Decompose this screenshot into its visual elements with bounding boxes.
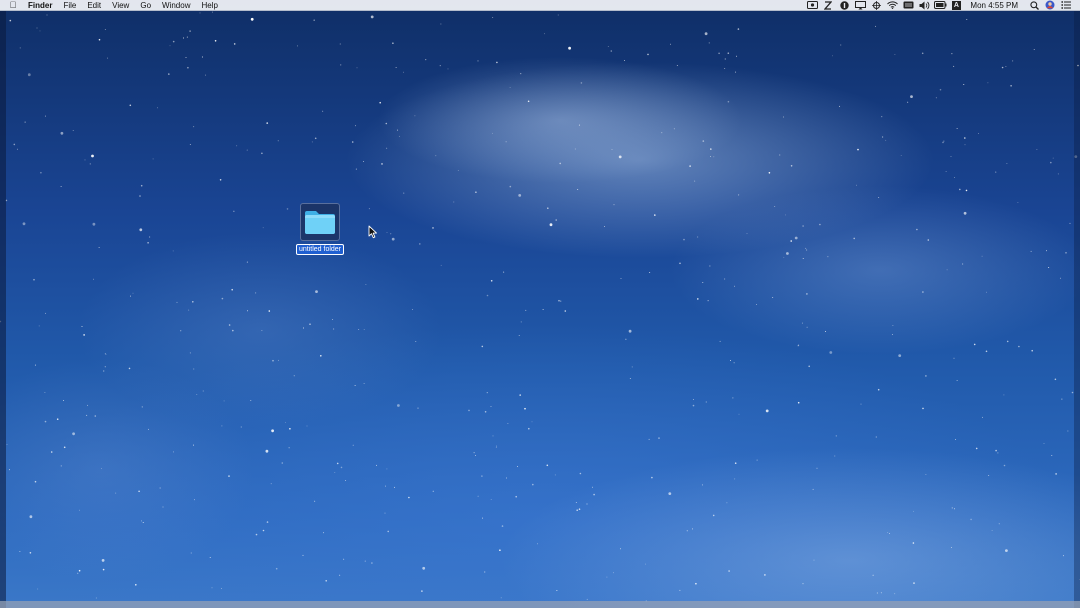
screen-record-icon[interactable] (804, 0, 820, 11)
menu-app-name[interactable]: Finder (26, 0, 58, 11)
user-avatar-icon[interactable] (1042, 0, 1058, 11)
notification-center-icon[interactable] (1058, 0, 1074, 11)
airplay-display-icon[interactable] (852, 0, 868, 11)
menu-bar-right: A Mon 4:55 PM (804, 0, 1080, 11)
dock-edge[interactable] (0, 601, 1080, 608)
apple-icon[interactable]:  (0, 0, 26, 11)
folder-icon (305, 211, 335, 234)
menu-window[interactable]: Window (157, 0, 196, 11)
wifi-icon[interactable] (884, 0, 900, 11)
starfield (0, 11, 1080, 602)
screen:  Finder File Edit View Go Window Help (0, 0, 1080, 608)
crosshair-icon[interactable] (868, 0, 884, 11)
menu-view[interactable]: View (107, 0, 135, 11)
input-source-letter: A (951, 0, 961, 10)
menu-help[interactable]: Help (196, 0, 223, 11)
menu-edit[interactable]: Edit (82, 0, 107, 11)
folder-selection-box[interactable] (300, 203, 340, 241)
1password-icon[interactable] (836, 0, 852, 11)
zap-icon[interactable] (820, 0, 836, 11)
menu-go[interactable]: Go (135, 0, 157, 11)
menu-clock[interactable]: Mon 4:55 PM (964, 0, 1026, 11)
menu-file[interactable]: File (58, 0, 82, 11)
spotlight-search-icon[interactable] (1026, 0, 1042, 11)
volume-icon[interactable] (916, 0, 932, 11)
mouse-cursor-icon (368, 225, 377, 239)
battery-icon[interactable] (932, 0, 948, 11)
desktop-wallpaper[interactable] (0, 0, 1080, 608)
menu-bar:  Finder File Edit View Go Window Help (0, 0, 1080, 11)
keyboard-icon[interactable] (900, 0, 916, 11)
folder-label[interactable]: untitled folder (295, 244, 345, 255)
menu-bar-left:  Finder File Edit View Go Window Help (0, 0, 223, 11)
desktop-folder[interactable]: untitled folder (294, 203, 346, 255)
input-source-icon[interactable]: A (948, 0, 964, 11)
